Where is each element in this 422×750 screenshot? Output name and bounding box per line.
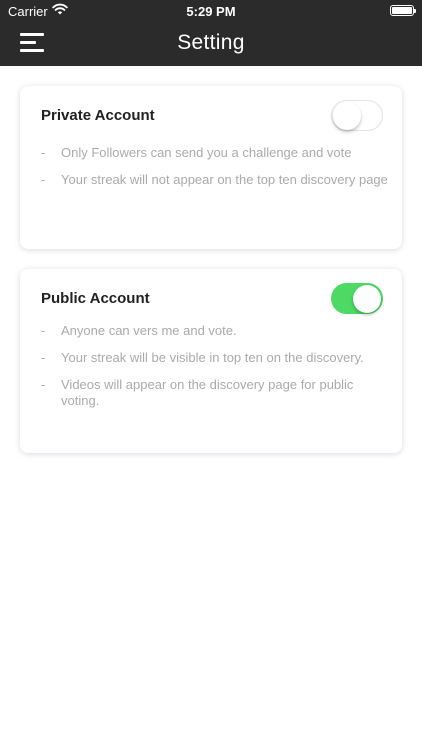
status-bar: Carrier 5:29 PM xyxy=(0,0,422,22)
toggle-knob xyxy=(353,284,381,313)
list-item: - Your streak will not appear on the top … xyxy=(41,172,388,187)
toggle-knob xyxy=(333,102,361,130)
private-account-card: Private Account - Only Followers can send… xyxy=(20,86,402,249)
private-account-bullets: - Only Followers can send you a challenge… xyxy=(41,145,391,199)
status-time: 5:29 PM xyxy=(186,4,236,19)
page-title: Setting xyxy=(177,31,245,54)
battery-icon xyxy=(390,5,416,16)
public-account-bullets: - Anyone can vers me and vote. - Your stre… xyxy=(41,323,391,420)
list-item: - Videos will appear on the discovery pag… xyxy=(41,377,354,408)
public-account-toggle[interactable] xyxy=(331,283,383,314)
private-account-title: Private Account xyxy=(41,107,155,124)
list-item: - Your streak will be visible in top ten … xyxy=(41,350,364,365)
nav-bar: Setting xyxy=(0,22,422,66)
list-item: - Anyone can vers me and vote. xyxy=(41,323,237,338)
public-account-title: Public Account xyxy=(41,290,150,307)
private-account-toggle[interactable] xyxy=(331,100,383,131)
list-item: - Only Followers can send you a challenge… xyxy=(41,145,352,160)
public-account-card: Public Account - Anyone can vers me and v… xyxy=(20,269,402,453)
